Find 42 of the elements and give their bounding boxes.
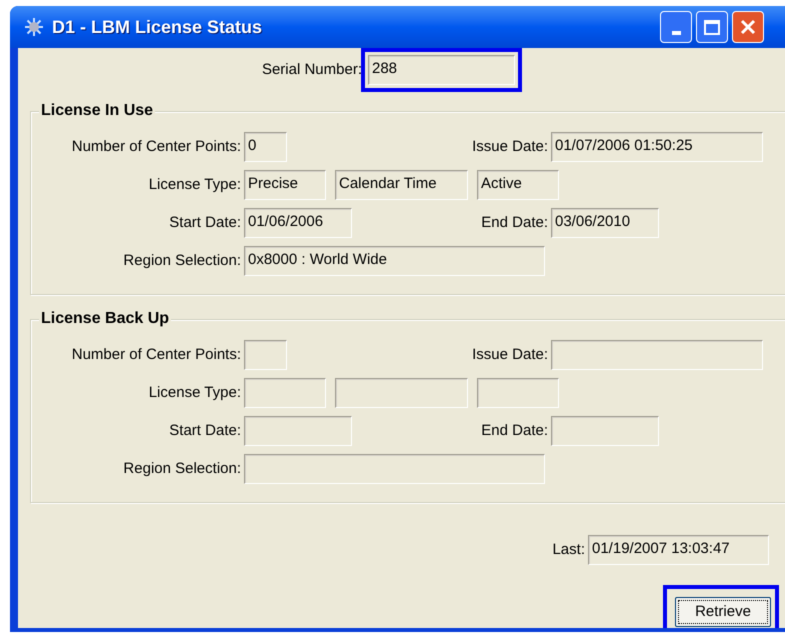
field-label: License Type:: [148, 174, 242, 195]
close-icon: [740, 19, 756, 35]
text-field[interactable]: 01/07/2006 01:50:25: [551, 132, 763, 162]
field-label: Number of Center Points:: [70, 344, 242, 365]
text-field[interactable]: [551, 416, 659, 446]
field-label: License Type:: [148, 382, 242, 403]
text-field[interactable]: [244, 378, 326, 408]
close-button[interactable]: [732, 11, 764, 43]
text-field[interactable]: Active: [477, 170, 559, 200]
text-field[interactable]: [551, 340, 763, 370]
text-field[interactable]: [477, 378, 559, 408]
text-field[interactable]: 0: [244, 132, 287, 162]
text-field[interactable]: 01/06/2006: [244, 208, 352, 238]
field-label: End Date:: [480, 420, 549, 441]
field-label: Start Date:: [168, 420, 242, 441]
minimize-button[interactable]: [660, 11, 692, 43]
retrieve-button[interactable]: Retrieve: [675, 597, 771, 627]
sun-icon: [24, 17, 44, 37]
field-label: Region Selection:: [122, 458, 242, 479]
maximize-icon: [704, 20, 720, 34]
text-field[interactable]: 0x8000 : World Wide: [244, 246, 545, 276]
field-label: Serial Number:: [260, 60, 363, 80]
maximize-button[interactable]: [696, 11, 728, 43]
window-title: D1 - LBM License Status: [52, 16, 262, 38]
text-field[interactable]: [335, 378, 468, 408]
text-field[interactable]: [244, 416, 352, 446]
field-label: Region Selection:: [122, 250, 242, 271]
field-label: Last:: [551, 540, 586, 560]
text-field[interactable]: 01/19/2007 13:03:47: [588, 535, 769, 565]
field-label: Issue Date:: [471, 344, 549, 365]
minimize-icon: [672, 31, 681, 35]
field-label: Number of Center Points:: [70, 136, 242, 157]
text-field[interactable]: Calendar Time: [335, 170, 468, 200]
text-field[interactable]: [244, 454, 545, 484]
field-label: Issue Date:: [471, 136, 549, 157]
field-label: Start Date:: [168, 212, 242, 233]
group-title: License Back Up: [39, 309, 172, 329]
field-label: End Date:: [480, 212, 549, 233]
text-field[interactable]: Precise: [244, 170, 326, 200]
text-field[interactable]: 03/06/2010: [551, 208, 659, 238]
text-field[interactable]: 288: [368, 55, 515, 85]
text-field[interactable]: [244, 340, 287, 370]
